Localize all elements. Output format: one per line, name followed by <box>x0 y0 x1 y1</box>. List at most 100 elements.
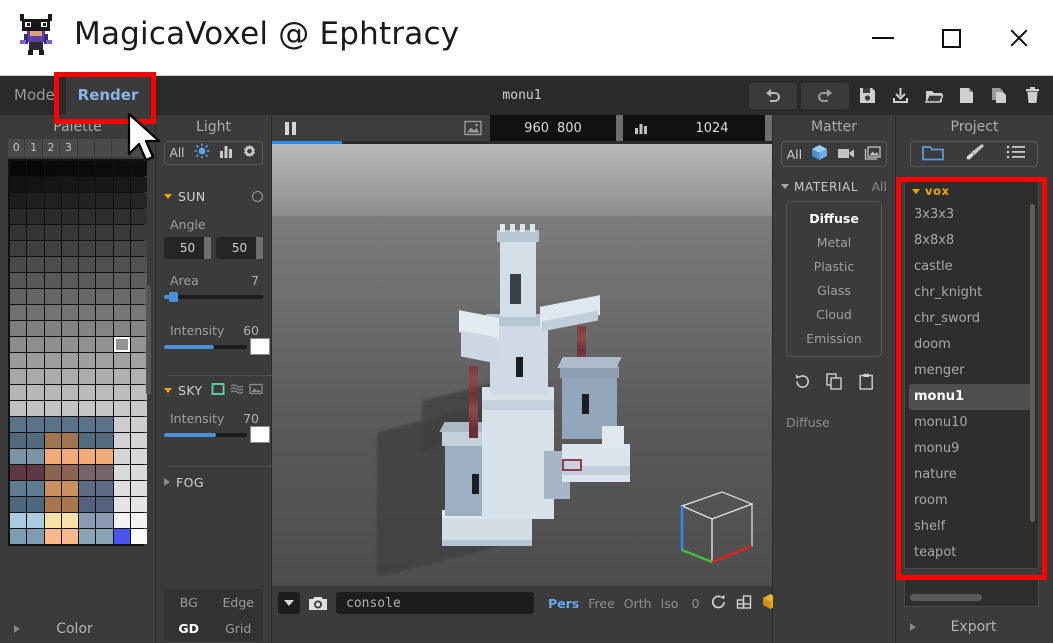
palette-swatch[interactable] <box>61 305 79 320</box>
copy-icon[interactable] <box>826 373 843 394</box>
palette-swatch[interactable] <box>44 529 61 544</box>
palette-swatch[interactable] <box>10 529 27 544</box>
palette-swatch[interactable] <box>10 481 27 496</box>
palette-swatch[interactable] <box>44 193 61 208</box>
palette-swatch[interactable] <box>96 529 113 544</box>
color-section-toggle[interactable]: Color <box>0 615 155 643</box>
palette-swatch[interactable] <box>96 321 113 336</box>
new-file-icon[interactable] <box>952 83 981 109</box>
palette-swatch[interactable] <box>10 337 27 352</box>
palette-swatch[interactable] <box>61 273 79 288</box>
palette-swatch[interactable] <box>79 321 96 336</box>
palette-swatch[interactable] <box>61 481 79 496</box>
toggle-gd[interactable]: GD <box>178 621 199 636</box>
palette-swatch[interactable] <box>96 161 113 176</box>
vox-item-chr_knight[interactable]: chr_knight <box>905 280 1038 306</box>
palette-swatch[interactable] <box>96 353 113 368</box>
palette-swatch[interactable] <box>131 289 148 304</box>
palette-swatch[interactable] <box>113 449 131 464</box>
redo-button[interactable] <box>801 82 849 109</box>
gradient-icon[interactable] <box>230 381 244 400</box>
palette-swatch[interactable] <box>44 465 61 480</box>
palette-swatch[interactable] <box>44 273 61 288</box>
palette-swatch[interactable] <box>10 353 27 368</box>
palette-swatch[interactable] <box>44 449 61 464</box>
project-tab-group[interactable] <box>910 141 1038 167</box>
rotate-icon[interactable] <box>710 594 727 613</box>
palette-swatch[interactable] <box>27 481 44 496</box>
palette-swatch[interactable] <box>79 193 96 208</box>
palette-swatch[interactable] <box>10 177 27 192</box>
sun-toggle-icon[interactable] <box>252 190 263 202</box>
palette-swatch[interactable] <box>61 529 79 544</box>
palette-swatch[interactable] <box>10 433 27 448</box>
palette-swatch[interactable] <box>96 417 113 432</box>
sun-area-slider[interactable] <box>164 292 263 302</box>
palette-swatch[interactable] <box>10 305 27 320</box>
projection-pers[interactable]: Pers <box>548 596 579 611</box>
palette-swatch[interactable] <box>61 417 79 432</box>
palette-swatch[interactable] <box>113 417 131 432</box>
export-section-toggle[interactable]: Export <box>896 611 1053 643</box>
palette-swatch[interactable] <box>79 353 96 368</box>
console-input[interactable] <box>336 592 534 614</box>
palette-swatch[interactable] <box>131 401 148 416</box>
orientation-gizmo[interactable] <box>678 488 756 568</box>
palette-swatch[interactable] <box>61 449 79 464</box>
palette-swatch[interactable] <box>131 369 148 384</box>
palette-swatch[interactable] <box>131 337 148 352</box>
palette-swatch[interactable] <box>131 209 148 224</box>
chevron-down-icon[interactable] <box>278 592 300 614</box>
perspective-grid-icon[interactable] <box>736 594 753 613</box>
sun-angle-b-field[interactable]: 50 <box>216 237 263 259</box>
palette-swatch[interactable] <box>79 289 96 304</box>
palette-swatch[interactable] <box>27 417 44 432</box>
sun-angle-a-field[interactable]: 50 <box>164 237 211 259</box>
vox-item-3x3x3[interactable]: 3x3x3 <box>905 202 1038 228</box>
material-type-emission[interactable]: Emission <box>787 327 881 351</box>
palette-swatch[interactable] <box>79 385 96 400</box>
project-hscroll-thumb[interactable] <box>910 594 982 601</box>
histogram-icon[interactable] <box>219 144 233 163</box>
projection-free[interactable]: Free <box>588 596 615 611</box>
palette-swatch[interactable] <box>79 273 96 288</box>
palette-swatch[interactable] <box>27 465 44 480</box>
palette-swatch[interactable] <box>10 401 27 416</box>
material-all-label[interactable]: All <box>872 179 888 194</box>
sun-angle-b-grip[interactable] <box>256 237 263 259</box>
palette-swatch[interactable] <box>61 513 79 528</box>
pause-icon[interactable] <box>272 121 308 135</box>
palette-swatch[interactable] <box>131 193 148 208</box>
color-square-icon[interactable] <box>211 381 225 400</box>
palette-swatch[interactable] <box>96 497 113 512</box>
palette-swatch[interactable] <box>61 369 79 384</box>
palette-swatch[interactable] <box>27 273 44 288</box>
image-stack-icon[interactable] <box>864 145 882 164</box>
image-icon[interactable] <box>456 120 490 136</box>
vox-list-scrollbar[interactable] <box>1030 204 1035 522</box>
palette-swatch[interactable] <box>96 177 113 192</box>
palette-swatch[interactable] <box>27 289 44 304</box>
palette-swatch[interactable] <box>131 481 148 496</box>
palette-swatch[interactable] <box>10 417 27 432</box>
palette-swatch[interactable] <box>131 529 148 544</box>
palette-swatch[interactable] <box>27 529 44 544</box>
trash-icon[interactable] <box>1018 83 1047 109</box>
palette-swatch[interactable] <box>44 241 61 256</box>
palette-swatch[interactable] <box>131 161 148 176</box>
palette-swatch[interactable] <box>10 257 27 272</box>
palette-swatch[interactable] <box>131 433 148 448</box>
palette-swatch[interactable] <box>113 225 131 240</box>
toggle-edge[interactable]: Edge <box>223 595 254 610</box>
vox-item-monu9[interactable]: monu9 <box>905 436 1038 462</box>
palette-swatch[interactable] <box>61 161 79 176</box>
palette-swatch[interactable] <box>113 433 131 448</box>
palette-swatch[interactable] <box>96 241 113 256</box>
material-type-plastic[interactable]: Plastic <box>787 255 881 279</box>
palette-swatch[interactable] <box>44 385 61 400</box>
palette-swatch[interactable] <box>61 321 79 336</box>
palette-swatch[interactable] <box>113 481 131 496</box>
vox-item-shelf[interactable]: shelf <box>905 514 1038 540</box>
palette-swatch[interactable] <box>131 273 148 288</box>
palette-swatch[interactable] <box>131 257 148 272</box>
